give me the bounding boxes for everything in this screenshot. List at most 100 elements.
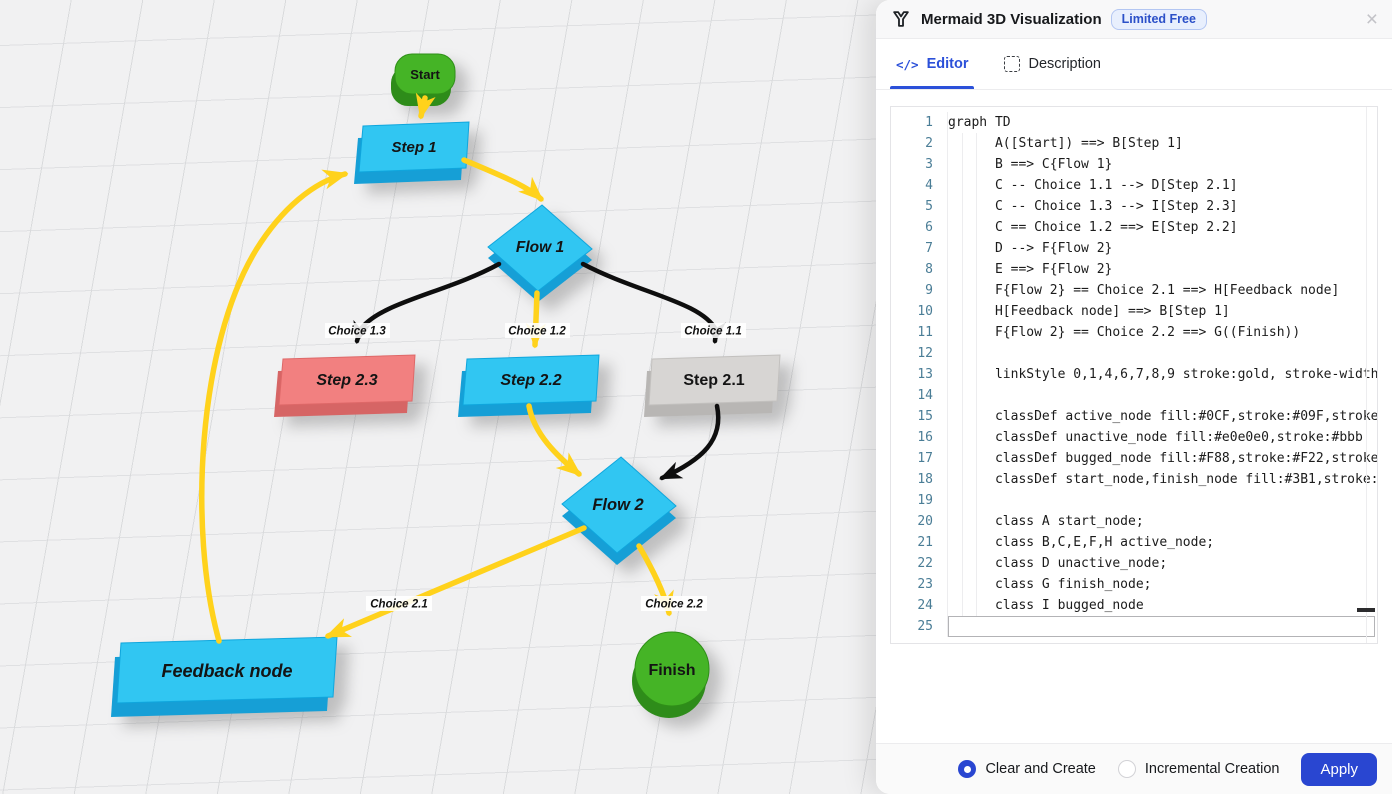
svg-text:Finish: Finish (648, 662, 695, 679)
line-number: 24 (891, 595, 948, 616)
node-step23[interactable]: Step 2.3 (274, 355, 415, 417)
tab-description[interactable]: Description (1004, 39, 1101, 89)
line-number: 23 (891, 574, 948, 595)
radio-incremental-creation[interactable]: Incremental Creation (1118, 760, 1280, 778)
line-text: class D unactive_node; (948, 553, 1377, 574)
line-number: 7 (891, 238, 948, 259)
line-number: 14 (891, 385, 948, 406)
code-line[interactable]: 10 H[Feedback node] ==> B[Step 1] (891, 301, 1377, 322)
svg-text:Step 2.3: Step 2.3 (316, 372, 377, 389)
line-number: 9 (891, 280, 948, 301)
line-text: C -- Choice 1.3 --> I[Step 2.3] (948, 196, 1377, 217)
line-text: F{Flow 2} == Choice 2.2 ==> G((Finish)) (948, 322, 1377, 343)
panel-title: Mermaid 3D Visualization (921, 11, 1102, 28)
node-step1[interactable]: Step 1 (354, 122, 469, 184)
line-text: D --> F{Flow 2} (948, 238, 1377, 259)
code-line[interactable]: 21 class B,C,E,F,H active_node; (891, 532, 1377, 553)
code-line[interactable]: 23 class G finish_node; (891, 574, 1377, 595)
line-text: linkStyle 0,1,4,6,7,8,9 stroke:gold, str… (948, 364, 1377, 385)
radio-selected-icon[interactable] (958, 760, 976, 778)
line-text (948, 343, 1377, 364)
code-line[interactable]: 4 C -- Choice 1.1 --> D[Step 2.1] (891, 175, 1377, 196)
side-panel: Mermaid 3D Visualization Limited Free × … (876, 0, 1392, 794)
svg-text:Start: Start (410, 67, 440, 82)
svg-text:Step 2.1: Step 2.1 (683, 372, 744, 389)
line-number: 5 (891, 196, 948, 217)
line-text: H[Feedback node] ==> B[Step 1] (948, 301, 1377, 322)
code-line[interactable]: 3 B ==> C{Flow 1} (891, 154, 1377, 175)
code-line[interactable]: 17 classDef bugged_node fill:#F88,stroke… (891, 448, 1377, 469)
scrollbar-track[interactable] (1366, 107, 1367, 643)
code-lines: 1graph TD2 A([Start]) ==> B[Step 1]3 B =… (891, 112, 1377, 637)
code-line[interactable]: 6 C == Choice 1.2 ==> E[Step 2.2] (891, 217, 1377, 238)
code-line[interactable]: 22 class D unactive_node; (891, 553, 1377, 574)
line-text: classDef active_node fill:#0CF,stroke:#0… (948, 406, 1377, 427)
close-icon[interactable]: × (1366, 9, 1378, 30)
scrollbar-thumb[interactable] (1357, 608, 1375, 612)
line-number: 8 (891, 259, 948, 280)
code-line[interactable]: 24 class I bugged_node (891, 595, 1377, 616)
svg-text:Choice 2.2: Choice 2.2 (645, 599, 703, 611)
code-line[interactable]: 14 (891, 385, 1377, 406)
node-step21[interactable]: Step 2.1 (644, 355, 780, 417)
line-number: 18 (891, 469, 948, 490)
node-finish[interactable]: Finish (632, 632, 709, 718)
node-feedback[interactable]: Feedback node (111, 637, 337, 717)
line-text: graph TD (948, 112, 1377, 133)
code-line[interactable]: 18 classDef start_node,finish_node fill:… (891, 469, 1377, 490)
line-text: C -- Choice 1.1 --> D[Step 2.1] (948, 175, 1377, 196)
line-text: class G finish_node; (948, 574, 1377, 595)
mermaid-logo-icon (890, 8, 912, 30)
line-number: 19 (891, 490, 948, 511)
line-text: class I bugged_node (948, 595, 1377, 616)
line-text: class A start_node; (948, 511, 1377, 532)
code-line[interactable]: 7 D --> F{Flow 2} (891, 238, 1377, 259)
code-line[interactable]: 20 class A start_node; (891, 511, 1377, 532)
svg-text:Feedback node: Feedback node (161, 661, 292, 681)
line-text: F{Flow 2} == Choice 2.1 ==> H[Feedback n… (948, 280, 1377, 301)
svg-text:Choice 2.1: Choice 2.1 (370, 599, 428, 611)
code-line[interactable]: 8 E ==> F{Flow 2} (891, 259, 1377, 280)
plan-badge: Limited Free (1111, 9, 1207, 30)
code-line[interactable]: 2 A([Start]) ==> B[Step 1] (891, 133, 1377, 154)
flowchart-svg: Start Step 1 Flow 1 Step 2.3 Step 2. (0, 0, 876, 794)
panel-footer: Clear and Create Incremental Creation Ap… (876, 743, 1392, 794)
line-number: 1 (891, 112, 948, 133)
svg-text:Choice 1.1: Choice 1.1 (684, 326, 742, 338)
line-text: class B,C,E,F,H active_node; (948, 532, 1377, 553)
line-text: B ==> C{Flow 1} (948, 154, 1377, 175)
line-text (948, 490, 1377, 511)
code-line[interactable]: 19 (891, 490, 1377, 511)
svg-text:Step 2.2: Step 2.2 (500, 372, 561, 389)
line-number: 2 (891, 133, 948, 154)
code-line[interactable]: 11 F{Flow 2} == Choice 2.2 ==> G((Finish… (891, 322, 1377, 343)
node-flow1[interactable]: Flow 1 (488, 205, 592, 302)
code-line[interactable]: 1graph TD (891, 112, 1377, 133)
code-line[interactable]: 5 C -- Choice 1.3 --> I[Step 2.3] (891, 196, 1377, 217)
tab-bar: </> Editor Description (876, 39, 1392, 90)
line-number: 17 (891, 448, 948, 469)
svg-text:Choice 1.3: Choice 1.3 (328, 326, 386, 338)
line-number: 3 (891, 154, 948, 175)
svg-text:Step 1: Step 1 (391, 139, 436, 156)
line-number: 6 (891, 217, 948, 238)
code-line[interactable]: 16 classDef unactive_node fill:#e0e0e0,s… (891, 427, 1377, 448)
svg-text:Flow 2: Flow 2 (592, 496, 643, 514)
line-text: classDef start_node,finish_node fill:#3B… (948, 469, 1377, 490)
code-line[interactable]: 15 classDef active_node fill:#0CF,stroke… (891, 406, 1377, 427)
code-editor[interactable]: 1graph TD2 A([Start]) ==> B[Step 1]3 B =… (890, 106, 1378, 644)
apply-button[interactable]: Apply (1301, 753, 1377, 786)
panel-header: Mermaid 3D Visualization Limited Free × (876, 0, 1392, 39)
line-number: 13 (891, 364, 948, 385)
line-number: 15 (891, 406, 948, 427)
code-line[interactable]: 9 F{Flow 2} == Choice 2.1 ==> H[Feedback… (891, 280, 1377, 301)
tab-editor[interactable]: </> Editor (896, 39, 968, 89)
radio-clear-and-create[interactable]: Clear and Create (958, 760, 1095, 778)
svg-text:Flow 1: Flow 1 (516, 239, 564, 256)
line-text: C == Choice 1.2 ==> E[Step 2.2] (948, 217, 1377, 238)
line-number: 22 (891, 553, 948, 574)
code-line[interactable]: 12 (891, 343, 1377, 364)
radio-unselected-icon[interactable] (1118, 760, 1136, 778)
line-number: 16 (891, 427, 948, 448)
code-line[interactable]: 13 linkStyle 0,1,4,6,7,8,9 stroke:gold, … (891, 364, 1377, 385)
